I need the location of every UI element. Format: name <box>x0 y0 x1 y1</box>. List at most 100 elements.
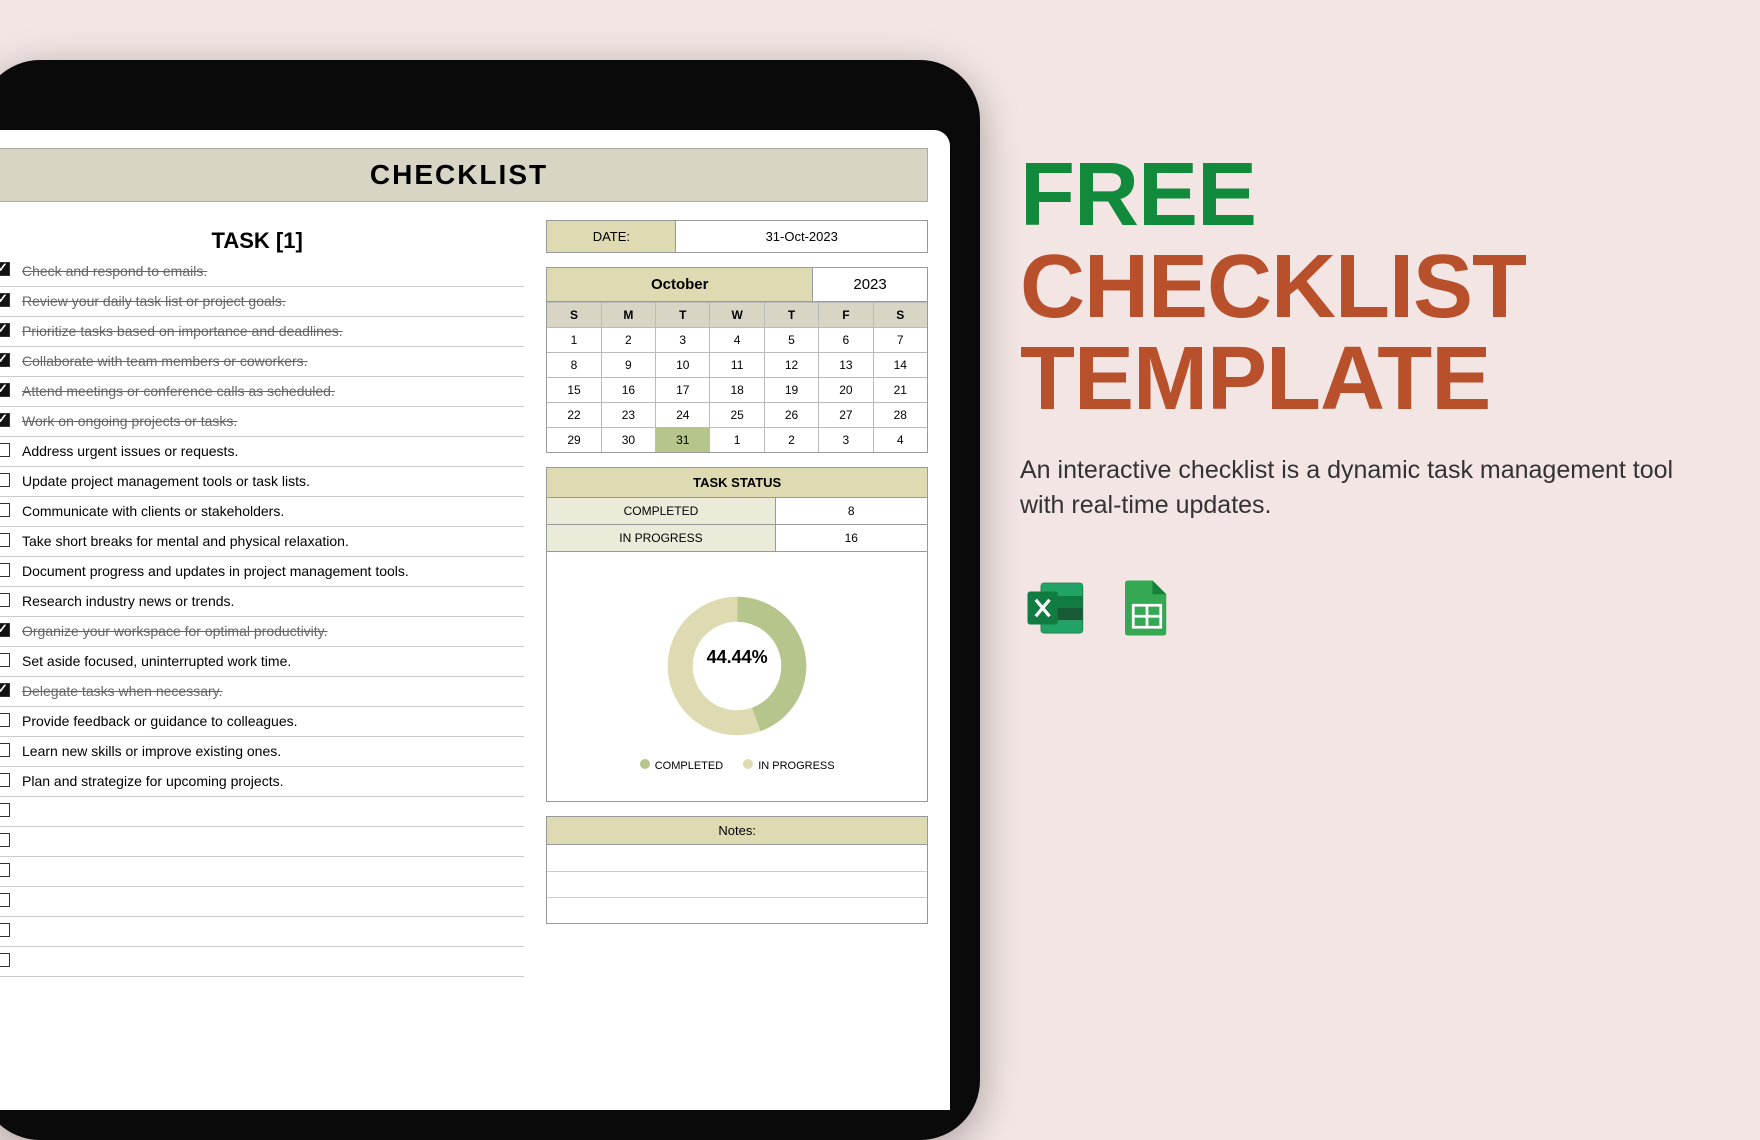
task-checkbox[interactable] <box>0 443 10 457</box>
task-checkbox[interactable] <box>0 383 10 397</box>
notes-panel: Notes: <box>546 816 928 924</box>
task-checkbox[interactable] <box>0 953 10 967</box>
donut-chart: 44.44% COMPLETED IN PROGRESS <box>546 552 928 802</box>
task-checkbox[interactable] <box>0 563 10 577</box>
task-text: Document progress and updates in project… <box>16 556 524 586</box>
calendar-cell[interactable]: 4 <box>874 427 927 452</box>
sheets-icon <box>1112 573 1182 643</box>
calendar-cell[interactable]: 16 <box>602 377 656 402</box>
calendar-cell[interactable]: 15 <box>547 377 601 402</box>
task-row: Collaborate with team members or coworke… <box>0 346 524 376</box>
calendar-cell[interactable]: 18 <box>710 377 764 402</box>
task-text: Collaborate with team members or coworke… <box>16 346 524 376</box>
calendar-cell[interactable]: 3 <box>656 327 710 352</box>
task-checkbox[interactable] <box>0 623 10 637</box>
spreadsheet-screen: CHECKLIST TASK [1] Check and respond to … <box>0 130 950 1110</box>
calendar-cell[interactable]: 27 <box>819 402 873 427</box>
calendar-cell[interactable]: 14 <box>874 352 927 377</box>
tablet-frame: CHECKLIST TASK [1] Check and respond to … <box>0 60 980 1140</box>
calendar-cell[interactable]: 23 <box>602 402 656 427</box>
calendar-cell[interactable]: 5 <box>765 327 819 352</box>
calendar-cell[interactable]: 1 <box>547 327 601 352</box>
calendar-cell[interactable]: 11 <box>710 352 764 377</box>
note-line[interactable] <box>547 871 927 897</box>
calendar-cell[interactable]: 6 <box>819 327 873 352</box>
legend-inprogress: IN PROGRESS <box>743 759 834 772</box>
task-checkbox[interactable] <box>0 773 10 787</box>
calendar-cell[interactable]: 31 <box>656 427 710 452</box>
calendar-cell[interactable]: 22 <box>547 402 601 427</box>
task-checkbox[interactable] <box>0 713 10 727</box>
calendar-day-head: W <box>710 302 764 327</box>
task-checkbox[interactable] <box>0 323 10 337</box>
task-checkbox[interactable] <box>0 262 10 276</box>
status-title: TASK STATUS <box>546 467 928 498</box>
calendar-cell[interactable]: 3 <box>819 427 873 452</box>
task-text <box>16 796 524 826</box>
task-row: Provide feedback or guidance to colleagu… <box>0 706 524 736</box>
calendar-cell[interactable]: 19 <box>765 377 819 402</box>
calendar-cell[interactable]: 8 <box>547 352 601 377</box>
calendar-cell[interactable]: 1 <box>710 427 764 452</box>
calendar-cell[interactable]: 12 <box>765 352 819 377</box>
calendar-cell[interactable]: 2 <box>765 427 819 452</box>
calendar-cell[interactable]: 4 <box>710 327 764 352</box>
task-checkbox[interactable] <box>0 533 10 547</box>
task-checkbox[interactable] <box>0 743 10 757</box>
calendar-cell[interactable]: 20 <box>819 377 873 402</box>
calendar-cell[interactable]: 17 <box>656 377 710 402</box>
task-checkbox[interactable] <box>0 413 10 427</box>
calendar-cell[interactable]: 2 <box>602 327 656 352</box>
task-text: Organize your workspace for optimal prod… <box>16 616 524 646</box>
task-text: Set aside focused, uninterrupted work ti… <box>16 646 524 676</box>
task-row: Check and respond to emails. <box>0 256 524 286</box>
donut-center-label: 44.44% <box>707 647 768 668</box>
task-checkbox[interactable] <box>0 923 10 937</box>
task-text: Delegate tasks when necessary. <box>16 676 524 706</box>
calendar-cell[interactable]: 25 <box>710 402 764 427</box>
note-line[interactable] <box>547 845 927 871</box>
task-checkbox[interactable] <box>0 833 10 847</box>
calendar-cell[interactable]: 29 <box>547 427 601 452</box>
task-checkbox[interactable] <box>0 863 10 877</box>
note-line[interactable] <box>547 897 927 923</box>
task-row: Organize your workspace for optimal prod… <box>0 616 524 646</box>
calendar-cell[interactable]: 24 <box>656 402 710 427</box>
calendar-cell[interactable]: 21 <box>874 377 927 402</box>
task-text <box>16 946 524 976</box>
status-panel: TASK STATUS COMPLETED8IN PROGRESS16 44.4… <box>546 467 928 802</box>
calendar-cell[interactable]: 13 <box>819 352 873 377</box>
status-row: IN PROGRESS16 <box>546 525 928 552</box>
calendar-cell[interactable]: 10 <box>656 352 710 377</box>
task-row <box>0 856 524 886</box>
task-checkbox[interactable] <box>0 653 10 667</box>
task-text: Provide feedback or guidance to colleagu… <box>16 706 524 736</box>
task-row: Communicate with clients or stakeholders… <box>0 496 524 526</box>
task-row <box>0 826 524 856</box>
task-text: Work on ongoing projects or tasks. <box>16 406 524 436</box>
promo-panel: FREE CHECKLIST TEMPLATE An interactive c… <box>1020 150 1700 643</box>
task-checkbox[interactable] <box>0 683 10 697</box>
task-checkbox[interactable] <box>0 893 10 907</box>
task-row <box>0 886 524 916</box>
promo-word-template: TEMPLATE <box>1020 329 1490 429</box>
task-checkbox[interactable] <box>0 473 10 487</box>
task-checkbox[interactable] <box>0 503 10 517</box>
calendar-cell[interactable]: 28 <box>874 402 927 427</box>
task-checkbox[interactable] <box>0 593 10 607</box>
calendar-cell[interactable]: 9 <box>602 352 656 377</box>
calendar-cell[interactable]: 30 <box>602 427 656 452</box>
date-row: DATE: 31-Oct-2023 <box>546 220 928 253</box>
calendar-cell[interactable]: 26 <box>765 402 819 427</box>
task-row: Review your daily task list or project g… <box>0 286 524 316</box>
calendar-month: October <box>547 268 813 301</box>
task-checkbox[interactable] <box>0 293 10 307</box>
calendar-day-head: F <box>819 302 873 327</box>
task-row: Take short breaks for mental and physica… <box>0 526 524 556</box>
calendar-cell[interactable]: 7 <box>874 327 927 352</box>
task-text <box>16 886 524 916</box>
task-row: Attend meetings or conference calls as s… <box>0 376 524 406</box>
calendar-day-head: M <box>602 302 656 327</box>
task-checkbox[interactable] <box>0 353 10 367</box>
task-checkbox[interactable] <box>0 803 10 817</box>
